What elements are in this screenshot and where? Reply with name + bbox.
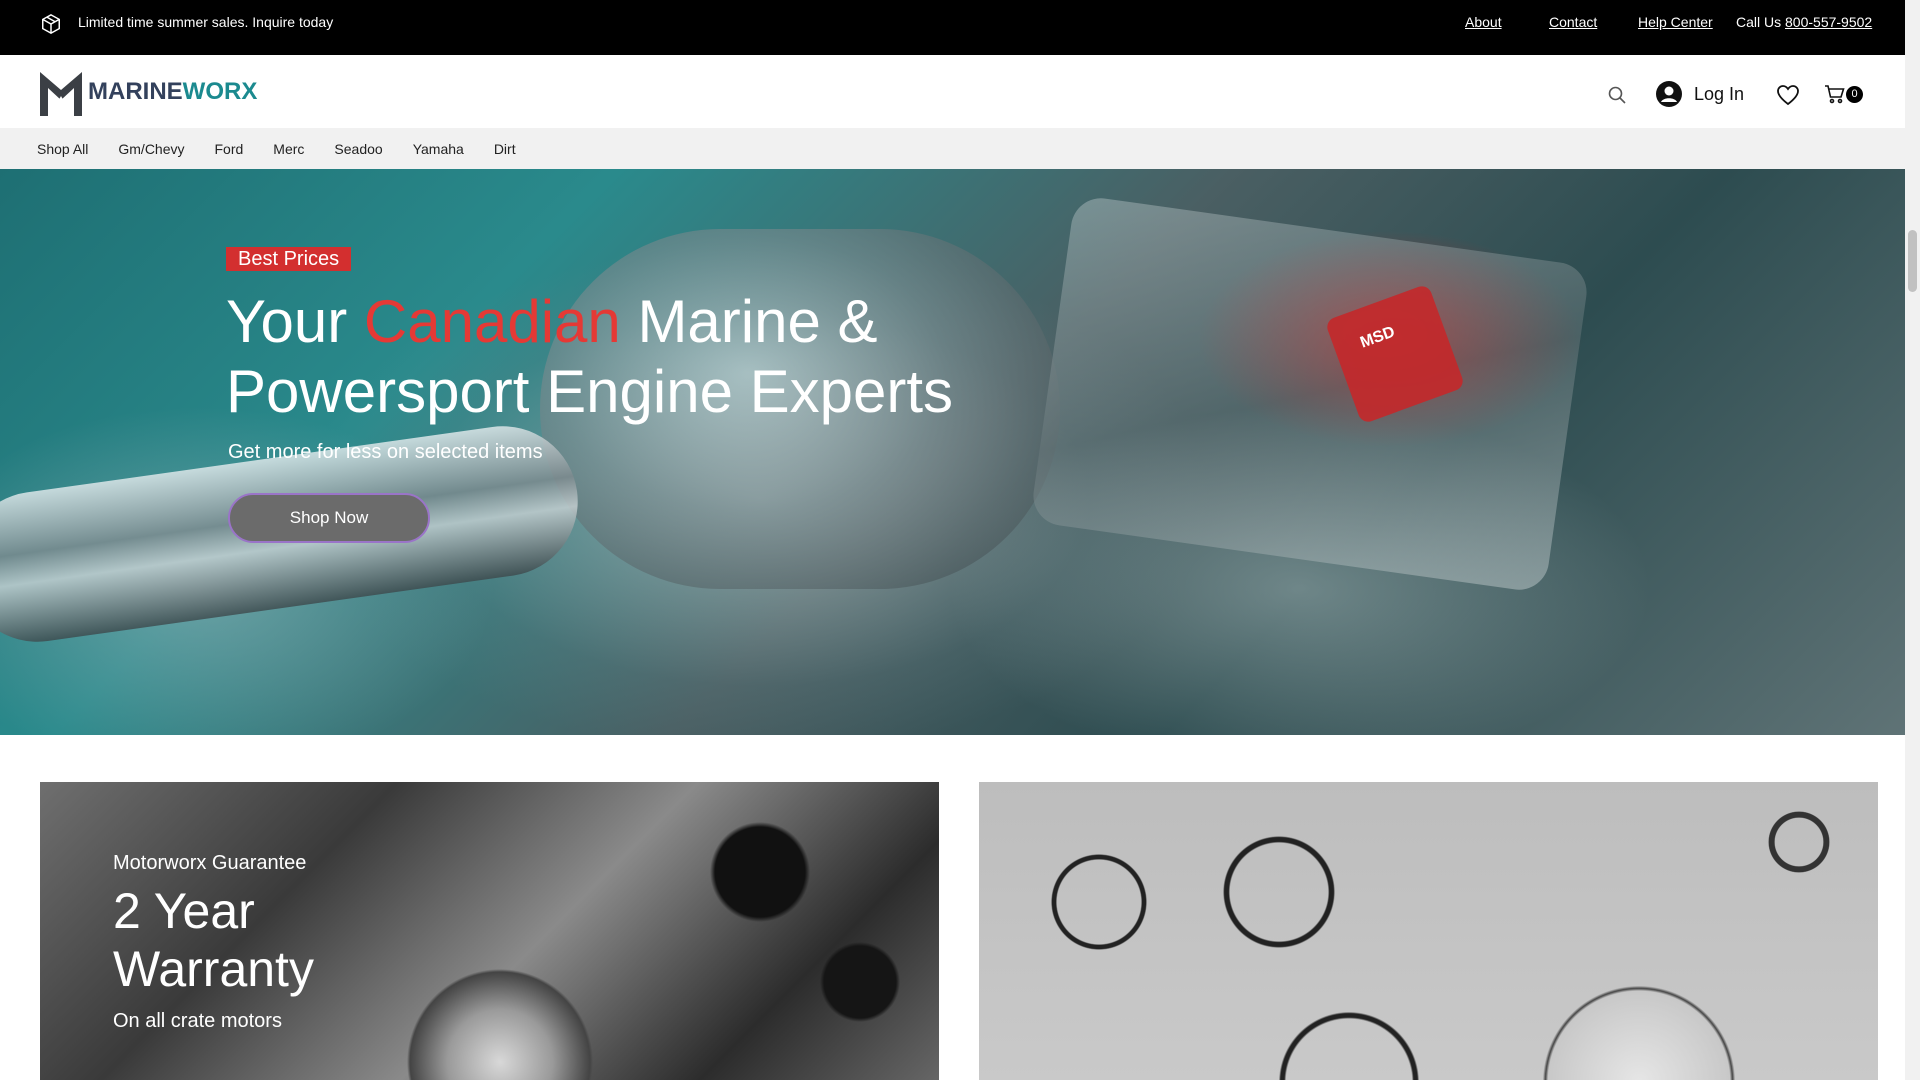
nav-item-merc[interactable]: Merc [273, 141, 304, 157]
hero-title: Your Canadian Marine & Powersport Engine… [226, 287, 1026, 427]
site-header: MARINEWORX Log In 0 [0, 55, 1905, 128]
warranty-subtitle: On all crate motors [113, 1010, 282, 1032]
login-label: Log In [1694, 83, 1745, 104]
hero-engine-block-image [1029, 194, 1591, 594]
main-nav: Shop All Gm/Chevy Ford Merc Seadoo Yamah… [0, 128, 1905, 169]
cart-count-badge: 0 [1846, 86, 1863, 103]
about-link[interactable]: About [1465, 14, 1502, 30]
phone-link[interactable]: 800-557-9502 [1785, 14, 1872, 30]
hero-title-accent: Canadian [363, 288, 621, 355]
search-icon[interactable] [1607, 85, 1627, 105]
warranty-card[interactable]: Motorworx Guarantee 2 Year Warranty On a… [40, 782, 939, 1080]
announcement-text: Limited time summer sales. Inquire today [78, 14, 334, 30]
logo-text-worx: WORX [182, 78, 258, 105]
gasket-kit-card[interactable] [979, 782, 1878, 1080]
user-avatar-icon [1656, 81, 1682, 107]
best-prices-badge: Best Prices [226, 247, 352, 271]
warranty-kicker: Motorworx Guarantee [113, 852, 307, 874]
nav-item-shop-all[interactable]: Shop All [37, 141, 88, 157]
warranty-title: 2 Year Warranty [113, 883, 314, 997]
shopping-cart-icon [1825, 85, 1845, 104]
shop-now-button[interactable]: Shop Now [228, 493, 430, 543]
logo-text-marine: MARINE [88, 78, 183, 105]
wishlist-heart-icon[interactable] [1776, 84, 1800, 106]
nav-item-dirt[interactable]: Dirt [494, 141, 516, 157]
page-scrollbar[interactable] [1905, 0, 1920, 1080]
nav-item-ford[interactable]: Ford [215, 141, 244, 157]
package-icon [42, 13, 60, 35]
contact-link[interactable]: Contact [1549, 14, 1597, 30]
logo-text[interactable]: MARINEWORX [88, 78, 257, 106]
nav-item-yamaha[interactable]: Yamaha [413, 141, 464, 157]
nav-item-gm-chevy[interactable]: Gm/Chevy [118, 141, 184, 157]
login-button[interactable]: Log In [1656, 81, 1744, 107]
scrollbar-thumb[interactable] [1908, 230, 1917, 292]
hero-title-pre: Your [226, 288, 364, 355]
logo-icon[interactable] [38, 66, 84, 118]
call-us: Call Us 800-557-9502 [1736, 14, 1872, 30]
hero-banner: MSD Best Prices Your Canadian Marine & P… [0, 169, 1905, 735]
hero-subtitle: Get more for less on selected items [228, 441, 543, 463]
announcement-bar: Limited time summer sales. Inquire today… [0, 0, 1905, 55]
help-center-link[interactable]: Help Center [1638, 14, 1713, 30]
cart-button[interactable]: 0 [1824, 84, 1868, 106]
nav-item-seadoo[interactable]: Seadoo [334, 141, 382, 157]
call-us-label: Call Us [1736, 14, 1786, 30]
